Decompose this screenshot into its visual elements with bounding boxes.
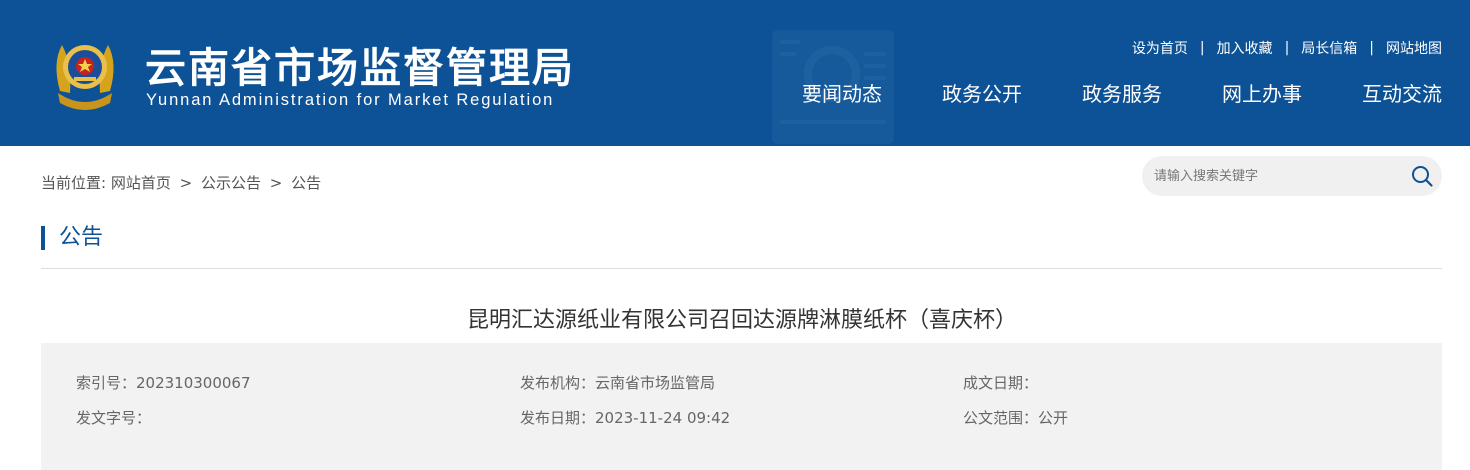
nav-item-government-affairs[interactable]: 政务公开: [942, 78, 1022, 107]
meta-scope: 公文范围：公开: [963, 409, 1069, 427]
article-title: 昆明汇达源纸业有限公司召回达源牌淋膜纸杯（喜庆杯）: [466, 308, 1017, 333]
breadcrumb-item-home[interactable]: 网站首页: [111, 174, 171, 192]
nav-item-government-services[interactable]: 政务服务: [1082, 78, 1162, 107]
top-links: 设为首页 | 加入收藏 | 局长信箱 | 网站地图: [1132, 38, 1442, 58]
police-emblem-icon[interactable]: [50, 33, 120, 111]
section-divider: [41, 268, 1442, 269]
breadcrumb-item-notice[interactable]: 公告: [291, 174, 321, 192]
nav-item-news[interactable]: 要闻动态: [802, 78, 882, 107]
breadcrumb-prefix: 当前位置:: [41, 174, 107, 192]
search-icon[interactable]: [1410, 164, 1434, 188]
sitemap-link[interactable]: 网站地图: [1386, 38, 1442, 58]
meta-written-date: 成文日期：: [963, 374, 1039, 392]
meta-index-no: 索引号：202310300067: [76, 374, 251, 392]
meta-publish-date: 发布日期：2023-11-24 09:42: [520, 409, 731, 427]
site-subtitle: Yunnan Administration for Market Regulat…: [146, 91, 555, 109]
section-title: 公告: [41, 226, 103, 250]
breadcrumb-separator: >: [269, 174, 283, 192]
breadcrumb-item-announcements[interactable]: 公示公告: [201, 174, 261, 192]
main-nav: 要闻动态 政务公开 政务服务 网上办事 互动交流: [802, 78, 1442, 107]
set-homepage-link[interactable]: 设为首页: [1132, 38, 1188, 58]
meta-doc-no: 发文字号：: [76, 409, 152, 427]
site-header: 云南省市场监督管理局 Yunnan Administration for Mar…: [0, 0, 1470, 146]
meta-panel: 索引号：202310300067 发布机构：云南省市场监管局 成文日期： 发文字…: [41, 343, 1442, 470]
meta-publisher: 发布机构：云南省市场监管局: [520, 374, 716, 392]
top-link-separator: |: [1284, 40, 1290, 56]
top-link-separator: |: [1199, 40, 1205, 56]
top-link-separator: |: [1369, 40, 1374, 56]
site-title: 云南省市场监督管理局: [145, 44, 575, 92]
add-favorite-link[interactable]: 加入收藏: [1217, 38, 1273, 58]
nav-item-online-services[interactable]: 网上办事: [1222, 78, 1302, 107]
breadcrumb: 当前位置: 网站首页 > 公示公告 > 公告: [41, 172, 321, 193]
search-box: [1142, 156, 1442, 196]
breadcrumb-separator: >: [179, 174, 193, 192]
nav-item-interaction[interactable]: 互动交流: [1362, 78, 1442, 107]
search-input[interactable]: [1154, 165, 1394, 187]
director-mailbox-link[interactable]: 局长信箱: [1301, 38, 1357, 58]
